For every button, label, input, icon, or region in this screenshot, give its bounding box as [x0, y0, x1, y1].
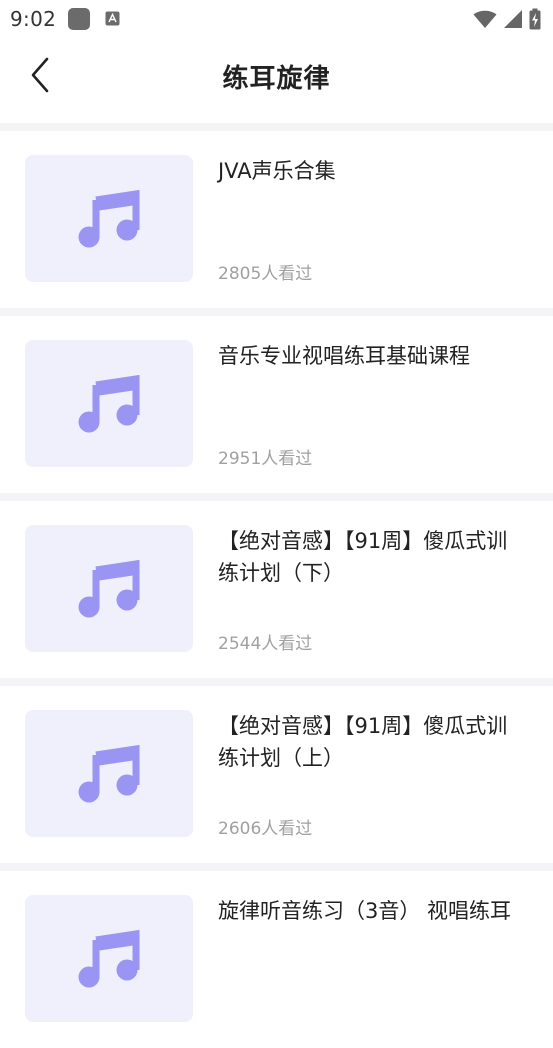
music-note-icon	[78, 926, 140, 992]
course-thumbnail	[25, 525, 193, 652]
course-view-count: 2805人看过	[218, 264, 313, 284]
music-note-icon	[78, 741, 140, 807]
course-thumbnail	[25, 895, 193, 1022]
music-note-icon	[78, 186, 140, 252]
course-card[interactable]: 音乐专业视唱练耳基础课程 2951人看过	[0, 308, 553, 493]
course-view-count: 2606人看过	[218, 819, 313, 839]
course-card[interactable]: 【绝对音感】【91周】傻瓜式训练计划（下） 2544人看过	[0, 493, 553, 678]
app-notification-icon	[68, 8, 90, 30]
course-title: JVA声乐合集	[218, 159, 336, 183]
music-note-icon	[78, 371, 140, 437]
course-view-count: 2951人看过	[218, 449, 313, 469]
music-note-icon	[78, 556, 140, 622]
keyboard-notification-icon	[105, 11, 120, 26]
course-view-count: 2544人看过	[218, 634, 313, 654]
page-title: 练耳旋律	[222, 64, 331, 94]
course-list: JVA声乐合集 2805人看过 音乐专业视唱练耳基础课程 2951人看过 【绝对…	[0, 123, 553, 1048]
signal-icon	[503, 9, 523, 33]
course-title: 【绝对音感】【91周】傻瓜式训练计划（上）	[218, 714, 508, 770]
status-bar: 9:02	[0, 0, 553, 38]
course-thumbnail	[25, 710, 193, 837]
course-title: 旋律听音练习（3音） 视唱练耳	[218, 899, 512, 923]
course-card[interactable]: JVA声乐合集 2805人看过	[0, 123, 553, 308]
course-title: 【绝对音感】【91周】傻瓜式训练计划（下）	[218, 529, 508, 585]
header: 练耳旋律	[0, 38, 553, 123]
status-icons	[473, 8, 541, 34]
wifi-icon	[473, 9, 497, 33]
course-thumbnail	[25, 340, 193, 467]
course-thumbnail	[25, 155, 193, 282]
course-card[interactable]: 【绝对音感】【91周】傻瓜式训练计划（上） 2606人看过	[0, 678, 553, 863]
status-time: 9:02	[10, 7, 57, 31]
course-card[interactable]: 旋律听音练习（3音） 视唱练耳	[0, 863, 553, 1048]
battery-icon	[529, 8, 541, 34]
course-title: 音乐专业视唱练耳基础课程	[218, 344, 470, 368]
